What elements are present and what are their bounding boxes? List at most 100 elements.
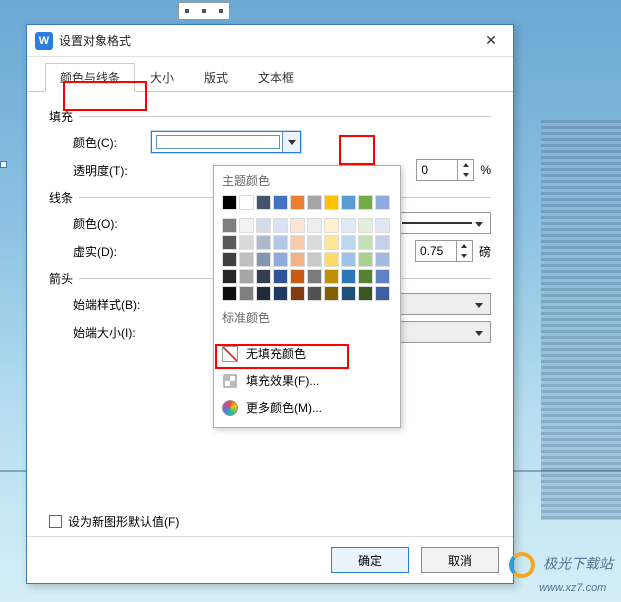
color-swatch[interactable] [307, 218, 322, 233]
color-swatch[interactable] [290, 252, 305, 267]
color-swatch[interactable] [341, 286, 356, 301]
color-swatch[interactable] [341, 235, 356, 250]
tab-layout[interactable]: 版式 [189, 63, 243, 92]
color-swatch[interactable] [222, 235, 237, 250]
color-swatch[interactable] [324, 218, 339, 233]
color-swatch[interactable] [290, 269, 305, 284]
color-swatch[interactable] [341, 269, 356, 284]
more-colors-option[interactable]: 更多颜色(M)... [214, 394, 400, 421]
color-swatch[interactable] [256, 252, 271, 267]
line-weight-spinner[interactable] [415, 240, 473, 262]
color-swatch[interactable] [375, 286, 390, 301]
color-swatch[interactable] [307, 252, 322, 267]
color-swatch[interactable] [307, 235, 322, 250]
transparency-up[interactable] [458, 160, 473, 170]
color-swatch[interactable] [290, 286, 305, 301]
color-swatch[interactable] [239, 195, 254, 210]
set-default-label: 设为新图形默认值(F) [68, 513, 179, 530]
watermark-url: www.xz7.com [539, 582, 606, 594]
color-swatch[interactable] [239, 286, 254, 301]
color-swatch[interactable] [273, 286, 288, 301]
color-swatch[interactable] [273, 218, 288, 233]
watermark-text: 极光下载站 [543, 556, 613, 572]
color-swatch[interactable] [375, 252, 390, 267]
color-swatch[interactable] [273, 252, 288, 267]
start-style-combo[interactable] [397, 293, 491, 315]
color-swatch[interactable] [256, 195, 271, 210]
wps-app-icon: W [35, 32, 53, 50]
color-swatch[interactable] [273, 235, 288, 250]
color-swatch[interactable] [324, 269, 339, 284]
section-arrow-label: 箭头 [49, 270, 73, 287]
weight-down[interactable] [457, 251, 472, 261]
color-swatch[interactable] [256, 235, 271, 250]
transparency-down[interactable] [458, 170, 473, 180]
color-swatch[interactable] [222, 252, 237, 267]
start-style-label: 始端样式(B): [73, 296, 151, 313]
color-swatch[interactable] [324, 286, 339, 301]
color-swatch[interactable] [290, 218, 305, 233]
start-size-combo[interactable] [397, 321, 491, 343]
transparency-unit: % [480, 163, 491, 177]
color-swatch[interactable] [256, 218, 271, 233]
color-swatch[interactable] [307, 269, 322, 284]
tab-textbox[interactable]: 文本框 [243, 63, 309, 92]
line-style-combo[interactable] [397, 212, 491, 234]
color-swatch[interactable] [273, 269, 288, 284]
color-swatch[interactable] [358, 252, 373, 267]
color-swatch[interactable] [256, 286, 271, 301]
toolbar-artifact [178, 2, 230, 20]
color-swatch[interactable] [290, 235, 305, 250]
color-swatch[interactable] [375, 235, 390, 250]
transparency-input[interactable] [417, 160, 457, 180]
color-swatch[interactable] [341, 195, 356, 210]
color-swatch[interactable] [239, 269, 254, 284]
transparency-spinner[interactable] [416, 159, 474, 181]
color-swatch[interactable] [256, 269, 271, 284]
line-color-label: 颜色(O): [73, 215, 151, 232]
tab-bar: 颜色与线条 大小 版式 文本框 [27, 57, 513, 92]
color-swatch[interactable] [307, 195, 322, 210]
color-swatch[interactable] [290, 195, 305, 210]
color-swatch[interactable] [307, 286, 322, 301]
selection-handle[interactable] [0, 161, 7, 168]
color-swatch[interactable] [324, 252, 339, 267]
set-default-checkbox[interactable] [49, 515, 62, 528]
color-swatch[interactable] [341, 252, 356, 267]
fill-color-combo[interactable] [151, 131, 301, 153]
no-fill-option[interactable]: 无填充颜色 [214, 340, 400, 367]
color-swatch[interactable] [375, 195, 390, 210]
tab-color-line[interactable]: 颜色与线条 [45, 63, 135, 92]
fill-effects-option[interactable]: 填充效果(F)... [214, 367, 400, 394]
line-weight-input[interactable] [416, 241, 456, 261]
close-button[interactable]: ✕ [477, 30, 505, 52]
color-swatch[interactable] [273, 195, 288, 210]
color-swatch[interactable] [358, 218, 373, 233]
section-fill-label: 填充 [49, 108, 73, 125]
color-swatch[interactable] [375, 218, 390, 233]
color-swatch[interactable] [222, 286, 237, 301]
cancel-button[interactable]: 取消 [421, 547, 499, 573]
color-swatch[interactable] [222, 269, 237, 284]
color-swatch[interactable] [341, 218, 356, 233]
tab-size[interactable]: 大小 [135, 63, 189, 92]
color-swatch[interactable] [324, 195, 339, 210]
object-format-dialog: W 设置对象格式 ✕ 颜色与线条 大小 版式 文本框 填充 颜色(C): 透明度… [26, 24, 514, 584]
color-swatch[interactable] [239, 252, 254, 267]
theme-colors-header: 主题颜色 [214, 166, 400, 193]
color-swatch[interactable] [358, 195, 373, 210]
color-swatch[interactable] [358, 269, 373, 284]
fill-color-dropdown-arrow[interactable] [282, 132, 300, 152]
color-swatch[interactable] [358, 235, 373, 250]
color-swatch[interactable] [358, 286, 373, 301]
color-swatch[interactable] [222, 218, 237, 233]
weight-up[interactable] [457, 241, 472, 251]
color-swatch[interactable] [239, 235, 254, 250]
color-swatch[interactable] [239, 218, 254, 233]
color-swatch[interactable] [324, 235, 339, 250]
ok-button[interactable]: 确定 [331, 547, 409, 573]
color-picker-panel: 主题颜色 标准颜色 无填充颜色 填充效果(F)... 更多颜色(M)... [213, 165, 401, 428]
color-swatch[interactable] [222, 195, 237, 210]
dash-label: 虚实(D): [73, 243, 151, 260]
color-swatch[interactable] [375, 269, 390, 284]
